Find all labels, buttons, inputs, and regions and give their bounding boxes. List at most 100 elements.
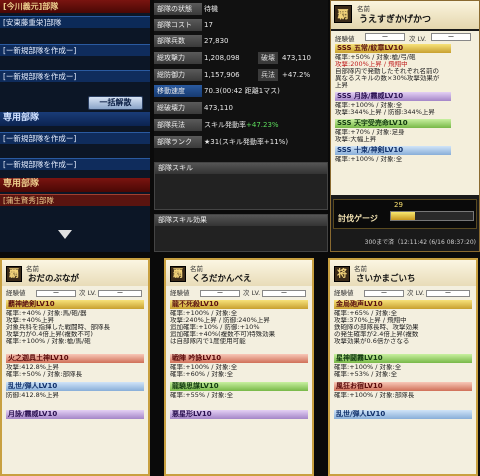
general-exp-label: 経験値 xyxy=(170,289,190,297)
deck-slot-gamou[interactable]: [蒲生賢秀]部隊 xyxy=(0,194,150,206)
general-skill-text: 確率:+100% / 対象:部隊長 xyxy=(334,392,415,399)
dissolve-all-button[interactable]: 一括解散 xyxy=(88,96,143,110)
general-skill-text: 確率:+53% / 対象:全 xyxy=(334,371,398,378)
leader-skill-1[interactable]: SSS 五常/紋章LV10 xyxy=(335,44,451,53)
deck-list-panel: [今川義元]部隊 [安東藤重栄]部隊 [ー新規部隊を作成ー] [ー新規部隊を作成… xyxy=(0,0,150,252)
deck-slot-1[interactable]: [安東藤重栄]部隊 xyxy=(0,16,150,28)
deck-title-3[interactable]: 専用部隊 xyxy=(0,178,150,192)
leader-name: うえすぎかげかつ xyxy=(359,15,432,25)
general-skill-1[interactable]: 覇神絶剣LV10 xyxy=(6,300,144,309)
leader-exp-label: 経験値 xyxy=(335,35,355,43)
general-card-header: 将名前 さいかまごいち xyxy=(330,260,476,286)
general-skill-1[interactable]: 龍不死殺LV10 xyxy=(170,300,308,309)
row-speed: 移動速度 70.3(00:42 距離1マス) xyxy=(154,84,328,98)
gauge-fill xyxy=(391,212,415,220)
leader-skill-4-text-1: 確率:+100% / 対象:全 xyxy=(335,156,403,163)
card-rarity-icon: 覇 xyxy=(170,266,186,282)
general-skill-3[interactable]: 乱世/弾人LV10 xyxy=(6,382,144,391)
attack-value: 1,208,098 xyxy=(204,54,240,62)
general-skill-1[interactable]: 金烏砲声LV10 xyxy=(334,300,472,309)
general-next-lv-label: 次 LV. xyxy=(407,289,425,297)
deck-skill-header: 部隊スキル xyxy=(155,163,327,174)
deck-title-2[interactable]: 専用部隊 xyxy=(0,112,150,126)
row-attack: 総攻撃力 1,208,098 破壊 473,110 xyxy=(154,51,328,65)
row-status: 部隊の状態 待機 xyxy=(154,2,328,16)
general-skill-3[interactable]: 風狂お宿LV10 xyxy=(334,382,472,391)
general-exp-value: ー xyxy=(36,290,76,297)
deck-info-table: 部隊の状態 待機 部隊コスト 17 部隊兵数 27,830 総攻撃力 1,208… xyxy=(154,0,328,168)
general-exp-value: ー xyxy=(200,290,240,297)
general-card-header: 覇名前 おだのぶなが xyxy=(2,260,148,286)
gauge-value: 29 xyxy=(394,201,403,209)
deck-slot-new-4[interactable]: [ー新規部隊を作成ー] xyxy=(0,158,150,170)
destruction-value: 473,110 xyxy=(204,104,233,112)
leader-card[interactable]: 覇 名前 うえすぎかげかつ 経験値 ー 次 LV. ー SSS 五常/紋章LV1… xyxy=(330,0,480,252)
row-cost: 部隊コスト 17 xyxy=(154,18,328,32)
leader-card-header: 覇 名前 うえすぎかげかつ xyxy=(331,1,479,29)
general-skill-text: 確率:+60% / 対象:全 xyxy=(170,371,234,378)
status-value: 待機 xyxy=(204,5,218,13)
general-skill-4[interactable]: 乱世/弾人LV10 xyxy=(334,410,472,419)
rank-label: 部隊ランク xyxy=(154,136,202,148)
card-rarity-icon: 覇 xyxy=(334,5,352,23)
general-next-lv-label: 次 LV. xyxy=(79,289,97,297)
scroll-down-icon[interactable] xyxy=(58,230,72,239)
general-exp-row: 経験値 ー次 LV. ー xyxy=(334,289,472,298)
row-troops: 部隊兵数 27,830 xyxy=(154,34,328,48)
general-card-2[interactable]: 覇名前 くろだかんべえ 経験値 ー次 LV. ー龍不死殺LV10 戦陣 吟詠LV10 龍驍思… xyxy=(164,258,314,476)
leader-skill-2[interactable]: SSS 月詠/霧威LV10 xyxy=(335,92,451,101)
deck-tactics-value: スキル発動率+47.23% xyxy=(204,121,279,129)
deck-slot-new-1[interactable]: [ー新規部隊を作成ー] xyxy=(0,44,150,56)
leader-skill-4[interactable]: SSS 十束/神剣LV10 xyxy=(335,146,451,155)
deck-slot-new-3[interactable]: [ー新規部隊を作成ー] xyxy=(0,132,150,144)
leader-skill-3[interactable]: SSS 天宇受売命LV10 xyxy=(335,119,451,128)
gauge-label: 討伐ゲージ xyxy=(338,214,378,223)
leader-next-value: ー xyxy=(431,33,471,41)
gauge-footer-text: 300まで済（12:11:42 (6/16 08:37:20) xyxy=(364,239,476,246)
general-card-header: 覇名前 くろだかんべえ xyxy=(166,260,312,286)
tactics-label: 兵法 xyxy=(258,69,278,81)
general-skill-4[interactable]: 悪星形LV10 xyxy=(170,410,308,419)
general-card-3[interactable]: 将名前 さいかまごいち 経験値 ー次 LV. ー金烏砲声LV10 星神闘霧LV10 風狂お宿… xyxy=(328,258,478,476)
deck-slot-new-2[interactable]: [ー新規部隊を作成ー] xyxy=(0,70,150,82)
general-skill-2[interactable]: 星神闘霧LV10 xyxy=(334,354,472,363)
troops-value: 27,830 xyxy=(204,37,229,45)
general-skill-2[interactable]: 火之迦具土神LV10 xyxy=(6,354,144,363)
attack-label: 総攻撃力 xyxy=(154,52,202,64)
deck-skill-effect-header: 部隊スキル効果 xyxy=(155,215,327,226)
cost-label: 部隊コスト xyxy=(154,19,202,31)
general-next-value: ー xyxy=(98,290,142,297)
defense-value: 1,157,906 xyxy=(204,71,240,79)
general-exp-row: 経験値 ー次 LV. ー xyxy=(6,289,144,298)
general-skill-2[interactable]: 戦陣 吟詠LV10 xyxy=(170,354,308,363)
destroy-label: 破壊 xyxy=(258,52,278,64)
tactics-value: +47.2% xyxy=(282,71,311,79)
row-destruction: 総破壊力 473,110 xyxy=(154,101,328,115)
row-defense: 総防御力 1,157,906 兵法 +47.2% xyxy=(154,68,328,82)
general-skill-text: 攻撃効果が0.6倍かさなる xyxy=(334,338,410,345)
general-name: くろだかんべえ xyxy=(192,274,252,284)
leader-exp-value: ー xyxy=(365,33,405,41)
leader-skill-2-text-2: 攻撃:344%上昇 / 防御:344%上昇 xyxy=(335,109,435,116)
leader-skill-1-text-5: 上昇 xyxy=(335,82,348,89)
general-skill-text: は自部隊内で1度使用可能 xyxy=(170,338,246,345)
rank-value: ★31(スキル発動率+11%) xyxy=(204,138,289,146)
deck-tactics-label: 部隊兵法 xyxy=(154,119,202,131)
row-deck-tactics: 部隊兵法 スキル発動率+47.23% xyxy=(154,118,328,132)
general-skill-3[interactable]: 龍驍思謀LV10 xyxy=(170,382,308,391)
speed-label: 移動速度 xyxy=(154,85,202,97)
card-rarity-icon: 将 xyxy=(334,266,350,282)
deck-skill-effect-box: 部隊スキル効果 xyxy=(154,214,328,252)
general-skill-4[interactable]: 月詠/霧威LV10 xyxy=(6,410,144,419)
general-exp-row: 経験値 ー次 LV. ー xyxy=(170,289,308,298)
general-name: さいかまごいち xyxy=(356,274,416,284)
general-exp-label: 経験値 xyxy=(334,289,354,297)
general-next-value: ー xyxy=(426,290,470,297)
general-name: おだのぶなが xyxy=(28,274,80,284)
gauge-panel: 討伐ゲージ 29 xyxy=(333,199,477,229)
cost-value: 17 xyxy=(204,21,213,29)
general-card-1[interactable]: 覇名前 おだのぶなが経験値 ー次 LV. ー覇神絶剣LV10 火之迦具土神LV10 乱世/… xyxy=(0,258,150,476)
deck-title-1[interactable]: [今川義元]部隊 xyxy=(0,0,150,13)
leader-skill-3-text-2: 攻撃:大幅上昇 xyxy=(335,136,377,143)
general-skill-text: 防御:412.8%上昇 xyxy=(6,392,59,399)
